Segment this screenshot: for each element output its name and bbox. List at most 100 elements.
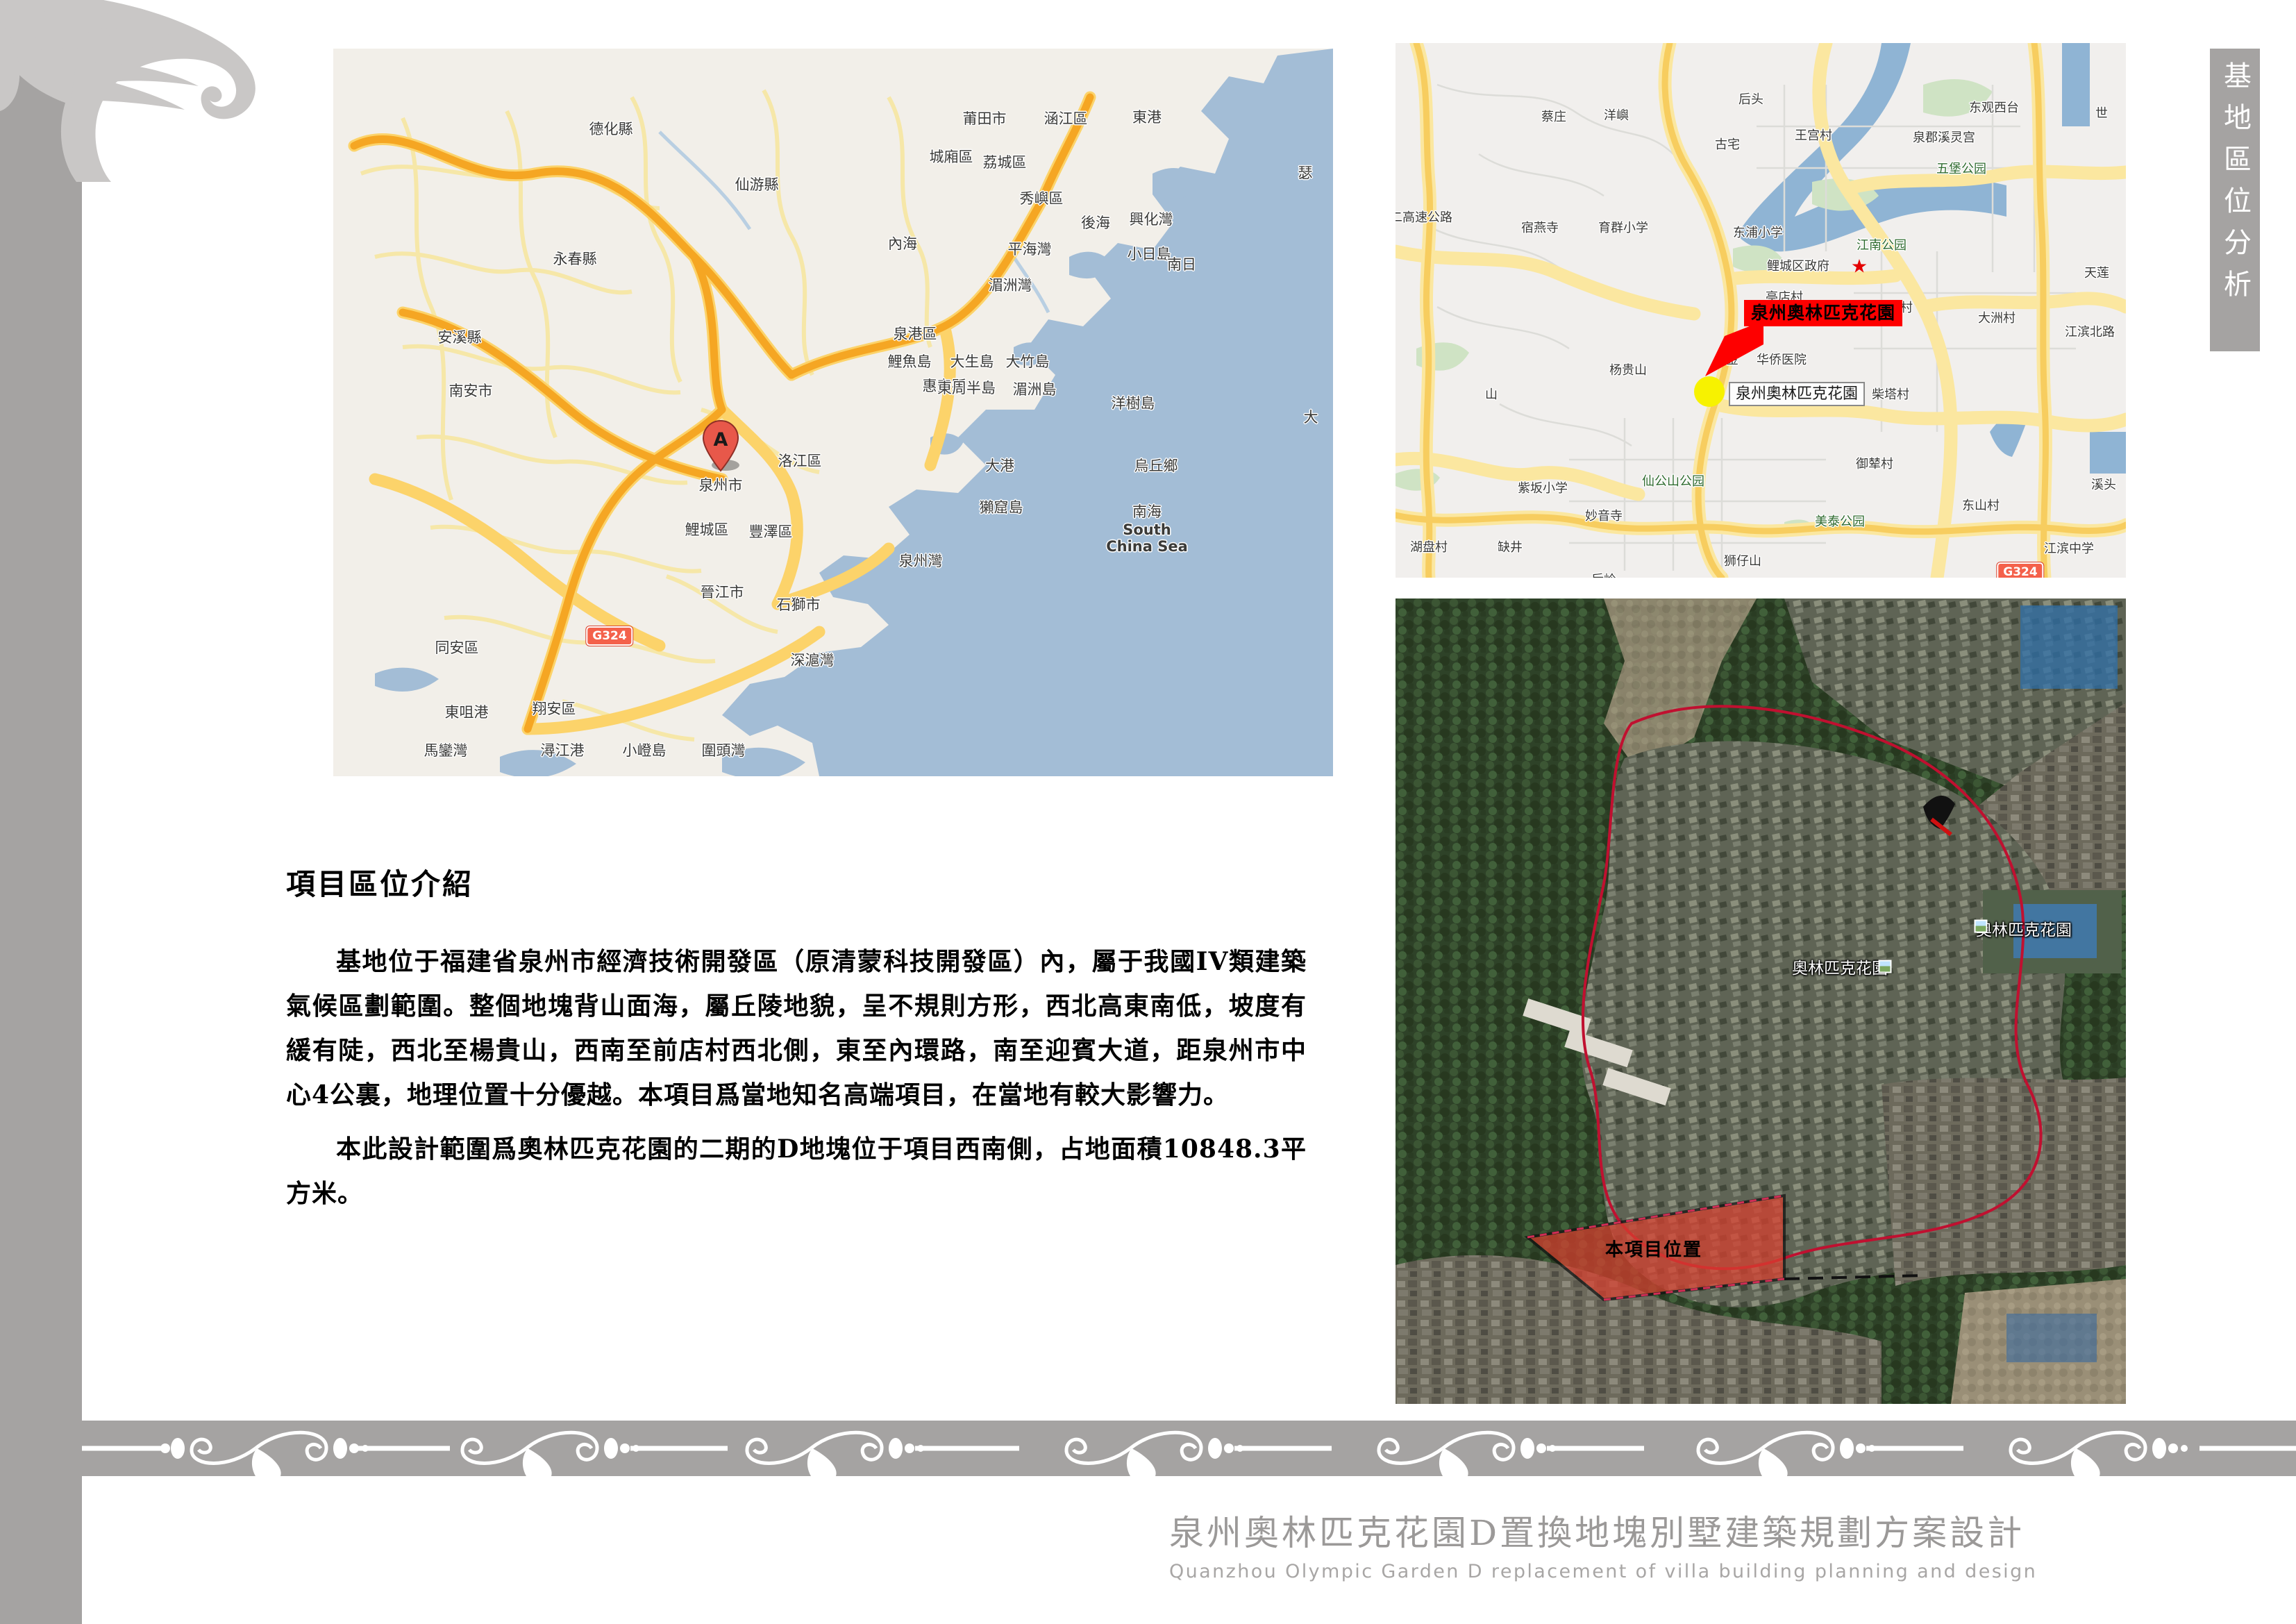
callout-pointer-icon (1705, 321, 1763, 376)
map-label: 第二高速公路 (1396, 210, 1452, 225)
map-label: 仙游縣 (735, 176, 779, 193)
map-label: 狮仔山 (1724, 554, 1761, 569)
project-site-tag: 本項目位置 (1604, 1239, 1703, 1261)
project-description-heading: 項目區位介紹 (286, 867, 474, 901)
map-label: 南海 South China Sea (1106, 503, 1188, 555)
satellite-map-label: 奧林匹克花園 (1792, 960, 1888, 978)
map-label: 小嶝島 (622, 742, 667, 759)
map-label: 東咀港 (444, 704, 489, 721)
map-label: 后岭 (1591, 570, 1616, 578)
map-label: 柴塔村 (1872, 387, 1909, 402)
map-label: 大竹島 (1005, 353, 1050, 370)
map-label: 同安區 (435, 639, 479, 656)
map-label: 溪头 (2091, 478, 2116, 492)
map-label: 大港 (985, 458, 1014, 474)
map-label: 育群小学 (1598, 221, 1648, 235)
map-label: 泉郡溪灵宫 (1913, 131, 1975, 145)
left-frame-band (0, 0, 82, 1624)
map-label: 山 (1485, 387, 1498, 402)
map-label: 泉州灣 (898, 553, 943, 569)
district-map[interactable]: 蔡庄 洋嶼 后头 古宅 王宫村 东观西台 世泉郡溪灵宫 五堡公园 宿燕寺 育群小学 东浦小学 江南公园… (1396, 43, 2126, 578)
map-label: 興化灣 (1129, 211, 1173, 228)
map-label: 御辇村 (1856, 457, 1893, 471)
map-label: 東周半島 (937, 380, 996, 396)
highway-badge-g324: G324 (1997, 562, 2044, 578)
map-label: 江南公园 (1857, 238, 1907, 253)
map-label: 大生島 (950, 353, 994, 370)
government-star-icon: ★ (1850, 256, 1868, 278)
map-label: 南安市 (449, 383, 493, 399)
map-label: 豐澤區 (748, 524, 793, 540)
map-label: 泉港區 (893, 326, 937, 342)
project-description-paragraph-2: 本此設計範圍爲奧林匹克花園的二期的D地塊位于項目西南側，占地面積10848.3平… (286, 1135, 1307, 1209)
map-label: 莆田市 (962, 110, 1007, 127)
map-label: 獺窟島 (979, 499, 1023, 516)
project-description-paragraph-1: 基地位于福建省泉州市經濟技術開發區（原清蒙科技開發區）內，屬于我國IV類建築氣候… (286, 947, 1307, 1110)
project-description-block: 項目區位介紹 基地位于福建省泉州市經濟技術開發區（原清蒙科技開發區）內，屬于我國… (286, 861, 1307, 1225)
map-label: 世 (2095, 106, 2108, 121)
map-label: 東港 (1132, 109, 1162, 126)
map-label: 潯江港 (540, 742, 585, 759)
map-label: 荔城區 (982, 154, 1027, 171)
map-label: 后头 (1738, 92, 1763, 107)
map-label: 华侨医院 (1757, 353, 1807, 367)
map-label: 城廂區 (929, 149, 973, 165)
map-label: 烏丘鄉 (1134, 458, 1178, 474)
map-label: 圍頭灣 (701, 742, 746, 759)
bottom-band-flourish-svg (82, 1430, 2296, 1476)
map-label: 晉江市 (700, 584, 744, 601)
map-label: 蔡庄 (1541, 110, 1566, 124)
map-label: 德化縣 (589, 121, 633, 137)
map-label: 小日島 (1127, 246, 1171, 262)
map-label: 瑟 (1298, 165, 1313, 181)
map-label: 洛江區 (778, 453, 822, 469)
section-tab-site-location-analysis[interactable]: 基地區位分析 (2210, 49, 2260, 351)
map-label: 安溪縣 (437, 329, 482, 346)
site-name-box: 泉州奧林匹克花園 (1729, 382, 1866, 407)
svg-text:A: A (714, 429, 728, 451)
map-label: 鯉城區 (685, 521, 729, 538)
map-label: 洋樹島 (1111, 395, 1155, 412)
map-label: 东浦小学 (1733, 226, 1783, 240)
section-tab-label: 基地區位分析 (2219, 61, 2251, 311)
board-title-english: Quanzhou Olympic Garden D replacement of… (1169, 1561, 2038, 1582)
map-label: 王宫村 (1795, 128, 1832, 143)
map-label: 深滬灣 (790, 652, 835, 669)
regional-road-map[interactable]: 南海 South China Sea G324 A 德化縣永春縣 仙游縣 莆田市城廂… (333, 49, 1333, 776)
map-label: 馬鑾灣 (424, 742, 468, 759)
map-label: 翔安區 (532, 701, 576, 717)
map-label: 五堡公园 (1936, 162, 1986, 176)
map-label: 古宅 (1715, 137, 1740, 152)
map-label: 仙公山公园 (1642, 474, 1704, 489)
site-marker-dot (1694, 376, 1725, 407)
satellite-photo-chip-icon (1974, 919, 1988, 933)
satellite-base-svg (1396, 598, 2126, 1404)
map-label: 美泰公园 (1815, 514, 1865, 529)
map-label: 妙音寺 (1585, 509, 1623, 524)
map-label: 江滨北路 (2065, 325, 2115, 340)
map-label: 內海 (888, 235, 917, 252)
map-label: 洋嶼 (1604, 108, 1629, 123)
map-label: 永春縣 (553, 251, 597, 267)
map-label: 大洲村 (1978, 311, 2016, 326)
map-label: 江滨中学 (2044, 542, 2094, 556)
bottom-frame-band (82, 1421, 2296, 1476)
map-label: 涵江區 (1044, 110, 1088, 127)
map-label: 後海 (1081, 215, 1110, 231)
map-label: 杨贵山 (1609, 363, 1647, 378)
map-label: 秀嶼區 (1019, 190, 1064, 207)
map-label: 湄洲灣 (988, 277, 1032, 294)
highway-badge-g324: G324 (586, 626, 633, 646)
map-label: 石獅市 (776, 596, 821, 613)
satellite-aerial-map[interactable]: 奧林匹克花園 奧林匹克花園 本項目位置 (1396, 598, 2126, 1404)
satellite-map-label: 奧林匹克花園 (1976, 921, 2072, 939)
map-label: 湖盘村 (1410, 540, 1448, 555)
site-callout-label: 泉州奧林匹克花園 (1744, 300, 1903, 326)
map-label: 鲤城区政府 (1767, 259, 1829, 274)
map-label: 东山村 (1962, 499, 2000, 513)
map-label: 缺井 (1498, 540, 1523, 555)
map-label: 天莲 (2084, 266, 2109, 281)
map-label: 东观西台 (1969, 101, 2019, 115)
map-label: 泉州市 (698, 477, 743, 494)
map-label: 鯉魚島 (887, 353, 932, 370)
